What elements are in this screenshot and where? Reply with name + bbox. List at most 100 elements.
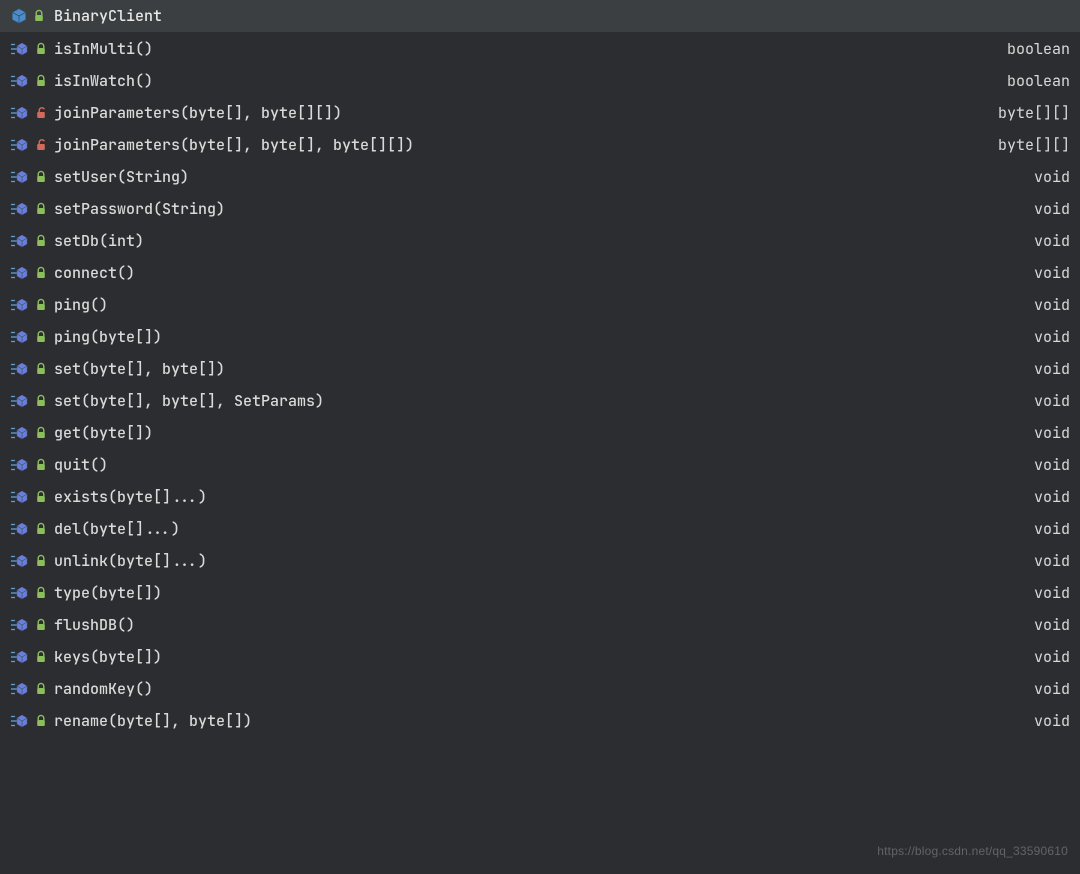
method-signature: quit() bbox=[54, 455, 1018, 475]
method-icon bbox=[10, 40, 28, 58]
method-return-type: void bbox=[1024, 423, 1070, 443]
method-signature: flushDB() bbox=[54, 615, 1018, 635]
lock-public-icon bbox=[34, 682, 48, 696]
method-row[interactable]: setUser(String) void bbox=[0, 161, 1080, 193]
method-icon bbox=[10, 584, 28, 602]
method-row[interactable]: joinParameters(byte[], byte[][])byte[][] bbox=[0, 97, 1080, 129]
method-return-type: void bbox=[1024, 391, 1070, 411]
lock-public-icon bbox=[34, 458, 48, 472]
method-icon bbox=[10, 680, 28, 698]
method-return-type: void bbox=[1024, 327, 1070, 347]
method-return-type: void bbox=[1024, 295, 1070, 315]
method-return-type: void bbox=[1024, 519, 1070, 539]
lock-public-icon bbox=[34, 42, 48, 56]
method-row[interactable]: setPassword(String) void bbox=[0, 193, 1080, 225]
method-row[interactable]: ping(byte[]) void bbox=[0, 321, 1080, 353]
lock-private-icon bbox=[34, 106, 48, 120]
method-icon bbox=[10, 136, 28, 154]
watermark: https://blog.csdn.net/qq_33590610 bbox=[877, 844, 1068, 858]
method-return-type: void bbox=[1024, 679, 1070, 699]
method-return-type: boolean bbox=[997, 39, 1070, 59]
method-return-type: void bbox=[1024, 263, 1070, 283]
method-icon bbox=[10, 552, 28, 570]
lock-private-icon bbox=[34, 138, 48, 152]
lock-public-icon bbox=[34, 490, 48, 504]
method-list: isInMulti() boolean isInWatch() boolean join… bbox=[0, 33, 1080, 737]
method-row[interactable]: quit() void bbox=[0, 449, 1080, 481]
method-signature: ping(byte[]) bbox=[54, 327, 1018, 347]
lock-public-icon bbox=[34, 74, 48, 88]
lock-public-icon bbox=[34, 298, 48, 312]
method-icon bbox=[10, 520, 28, 538]
method-signature: exists(byte[]...) bbox=[54, 487, 1018, 507]
lock-public-icon bbox=[34, 554, 48, 568]
method-icon bbox=[10, 488, 28, 506]
method-row[interactable]: joinParameters(byte[], byte[], byte[][])… bbox=[0, 129, 1080, 161]
method-row[interactable]: setDb(int)void bbox=[0, 225, 1080, 257]
lock-public-icon bbox=[34, 234, 48, 248]
method-signature: set(byte[], byte[]) bbox=[54, 359, 1018, 379]
method-row[interactable]: unlink(byte[]...) void bbox=[0, 545, 1080, 577]
method-return-type: void bbox=[1024, 359, 1070, 379]
lock-public-icon bbox=[34, 522, 48, 536]
method-return-type: byte[][] bbox=[988, 135, 1070, 155]
method-row[interactable]: exists(byte[]...) void bbox=[0, 481, 1080, 513]
method-row[interactable]: type(byte[]) void bbox=[0, 577, 1080, 609]
method-row[interactable]: flushDB() void bbox=[0, 609, 1080, 641]
lock-public-icon bbox=[34, 426, 48, 440]
method-row[interactable]: set(byte[], byte[]) void bbox=[0, 353, 1080, 385]
lock-public-icon bbox=[34, 202, 48, 216]
method-signature: connect() bbox=[54, 263, 1018, 283]
method-signature: type(byte[]) bbox=[54, 583, 1018, 603]
method-return-type: void bbox=[1024, 455, 1070, 475]
method-return-type: void bbox=[1024, 551, 1070, 571]
method-row[interactable]: del(byte[]...) void bbox=[0, 513, 1080, 545]
method-row[interactable]: keys(byte[]) void bbox=[0, 641, 1080, 673]
method-return-type: boolean bbox=[997, 71, 1070, 91]
method-signature: del(byte[]...) bbox=[54, 519, 1018, 539]
method-signature: setPassword(String) bbox=[54, 199, 1018, 219]
method-icon bbox=[10, 168, 28, 186]
method-signature: unlink(byte[]...) bbox=[54, 551, 1018, 571]
method-signature: isInMulti() bbox=[54, 39, 991, 59]
method-icon bbox=[10, 232, 28, 250]
method-row[interactable]: ping()void bbox=[0, 289, 1080, 321]
method-return-type: void bbox=[1024, 647, 1070, 667]
method-icon bbox=[10, 200, 28, 218]
method-return-type: void bbox=[1024, 615, 1070, 635]
lock-public-icon bbox=[34, 170, 48, 184]
method-return-type: void bbox=[1024, 167, 1070, 187]
lock-public-icon bbox=[32, 9, 46, 23]
method-row[interactable]: set(byte[], byte[], SetParams) void bbox=[0, 385, 1080, 417]
method-icon bbox=[10, 392, 28, 410]
lock-public-icon bbox=[34, 394, 48, 408]
method-signature: isInWatch() bbox=[54, 71, 991, 91]
method-signature: keys(byte[]) bbox=[54, 647, 1018, 667]
lock-public-icon bbox=[34, 714, 48, 728]
method-row[interactable]: rename(byte[], byte[])void bbox=[0, 705, 1080, 737]
method-return-type: void bbox=[1024, 583, 1070, 603]
method-return-type: void bbox=[1024, 487, 1070, 507]
method-icon bbox=[10, 296, 28, 314]
method-signature: rename(byte[], byte[]) bbox=[54, 711, 1018, 731]
lock-public-icon bbox=[34, 618, 48, 632]
method-icon bbox=[10, 264, 28, 282]
lock-public-icon bbox=[34, 586, 48, 600]
method-row[interactable]: isInMulti() boolean bbox=[0, 33, 1080, 65]
lock-public-icon bbox=[34, 330, 48, 344]
method-icon bbox=[10, 616, 28, 634]
method-icon bbox=[10, 72, 28, 90]
method-signature: randomKey() bbox=[54, 679, 1018, 699]
method-row[interactable]: get(byte[])void bbox=[0, 417, 1080, 449]
method-signature: setUser(String) bbox=[54, 167, 1018, 187]
class-name: BinaryClient bbox=[54, 6, 162, 26]
method-return-type: void bbox=[1024, 199, 1070, 219]
class-header[interactable]: BinaryClient bbox=[0, 0, 1080, 33]
method-signature: setDb(int) bbox=[54, 231, 1018, 251]
method-row[interactable]: randomKey() void bbox=[0, 673, 1080, 705]
method-icon bbox=[10, 424, 28, 442]
method-signature: set(byte[], byte[], SetParams) bbox=[54, 391, 1018, 411]
method-signature: joinParameters(byte[], byte[], byte[][]) bbox=[54, 135, 982, 155]
method-row[interactable]: connect() void bbox=[0, 257, 1080, 289]
method-row[interactable]: isInWatch() boolean bbox=[0, 65, 1080, 97]
